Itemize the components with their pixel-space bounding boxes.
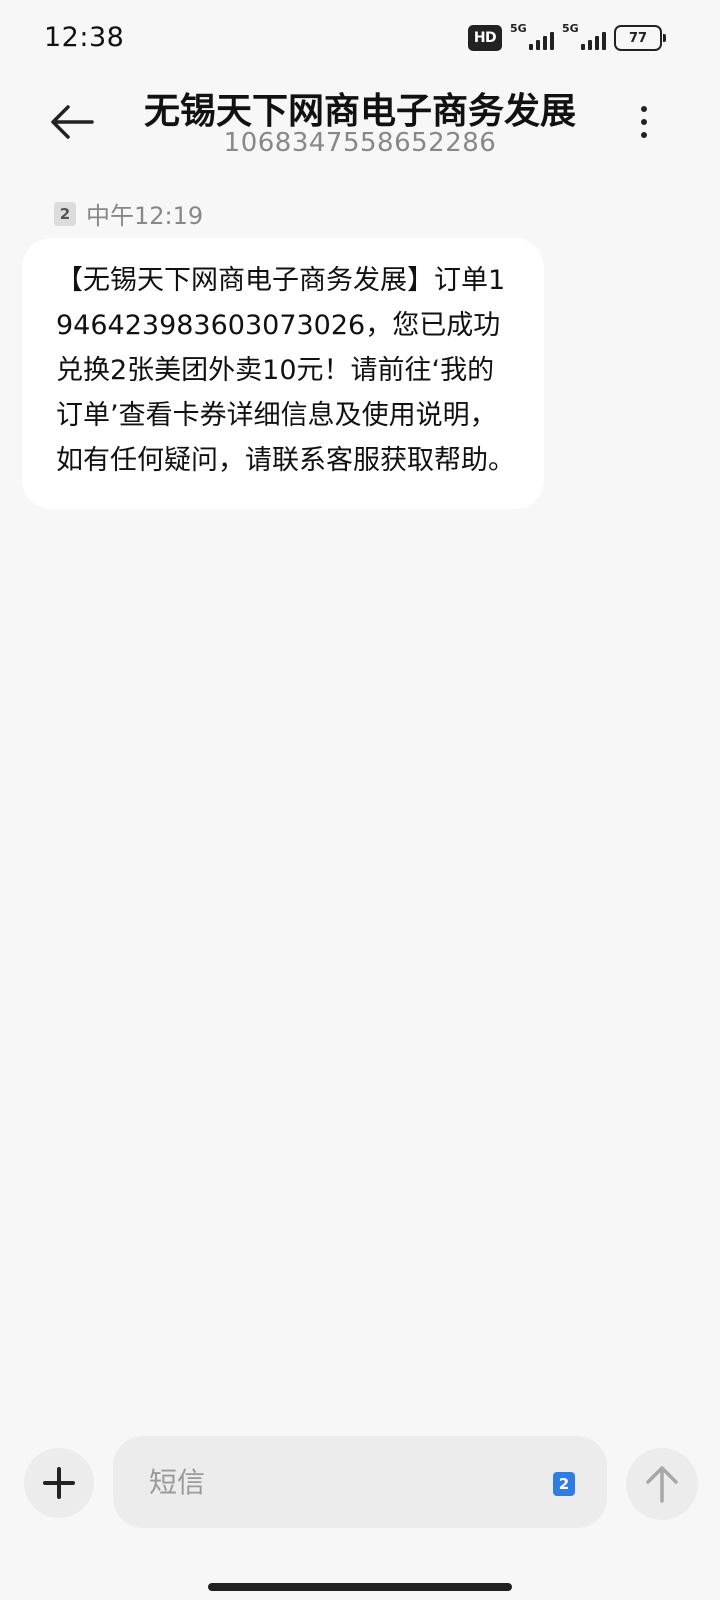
message-meta: 2 中午12:19 — [54, 196, 203, 231]
send-button[interactable] — [626, 1448, 698, 1520]
message-bubble[interactable]: 【无锡天下网商电子商务发展】订单1946423983603073026，您已成功… — [22, 238, 544, 509]
message-time: 中午12:19 — [86, 202, 204, 230]
status-time: 12:38 — [44, 22, 125, 53]
sms-input-container: 2 — [113, 1436, 607, 1528]
sim2-network-type: 5G — [562, 22, 579, 35]
battery-icon: 77 — [614, 25, 666, 51]
sender-name: 无锡天下网商电子商务发展 — [143, 91, 576, 132]
more-vertical-icon — [641, 106, 647, 112]
message-text: 【无锡天下网商电子商务发展】订单1946423983603073026，您已成功… — [56, 265, 515, 476]
more-options-button[interactable] — [628, 96, 660, 148]
arrow-left-icon — [51, 105, 94, 139]
sim-slot-badge: 2 — [54, 201, 76, 226]
add-attachment-button[interactable] — [24, 1448, 94, 1518]
hd-voice-icon: HD — [468, 25, 502, 51]
arrow-up-icon — [646, 1466, 678, 1503]
sim2-signal-icon: 5G — [562, 22, 606, 52]
composer-bar: 2 — [0, 1436, 720, 1528]
home-indicator[interactable] — [208, 1583, 512, 1591]
conversation-header: 无锡天下网商电子商务发展 1068347558652286 — [0, 76, 720, 172]
battery-level: 77 — [628, 30, 648, 46]
status-bar: 12:38 HD 5G 5G 77 — [0, 0, 720, 76]
sim-select-button[interactable]: 2 — [553, 1472, 575, 1496]
back-button[interactable] — [44, 94, 100, 150]
sim1-network-type: 5G — [510, 22, 527, 35]
plus-icon — [43, 1467, 75, 1499]
sms-input[interactable] — [149, 1458, 509, 1506]
sim1-signal-icon: 5G — [510, 22, 554, 52]
sms-conversation-screen: 12:38 HD 5G 5G 77 无锡天下网商电子商务发展 106834755… — [0, 0, 720, 1600]
sender-number: 1068347558652286 — [223, 128, 497, 158]
status-icons: HD 5G 5G 77 — [468, 22, 666, 52]
